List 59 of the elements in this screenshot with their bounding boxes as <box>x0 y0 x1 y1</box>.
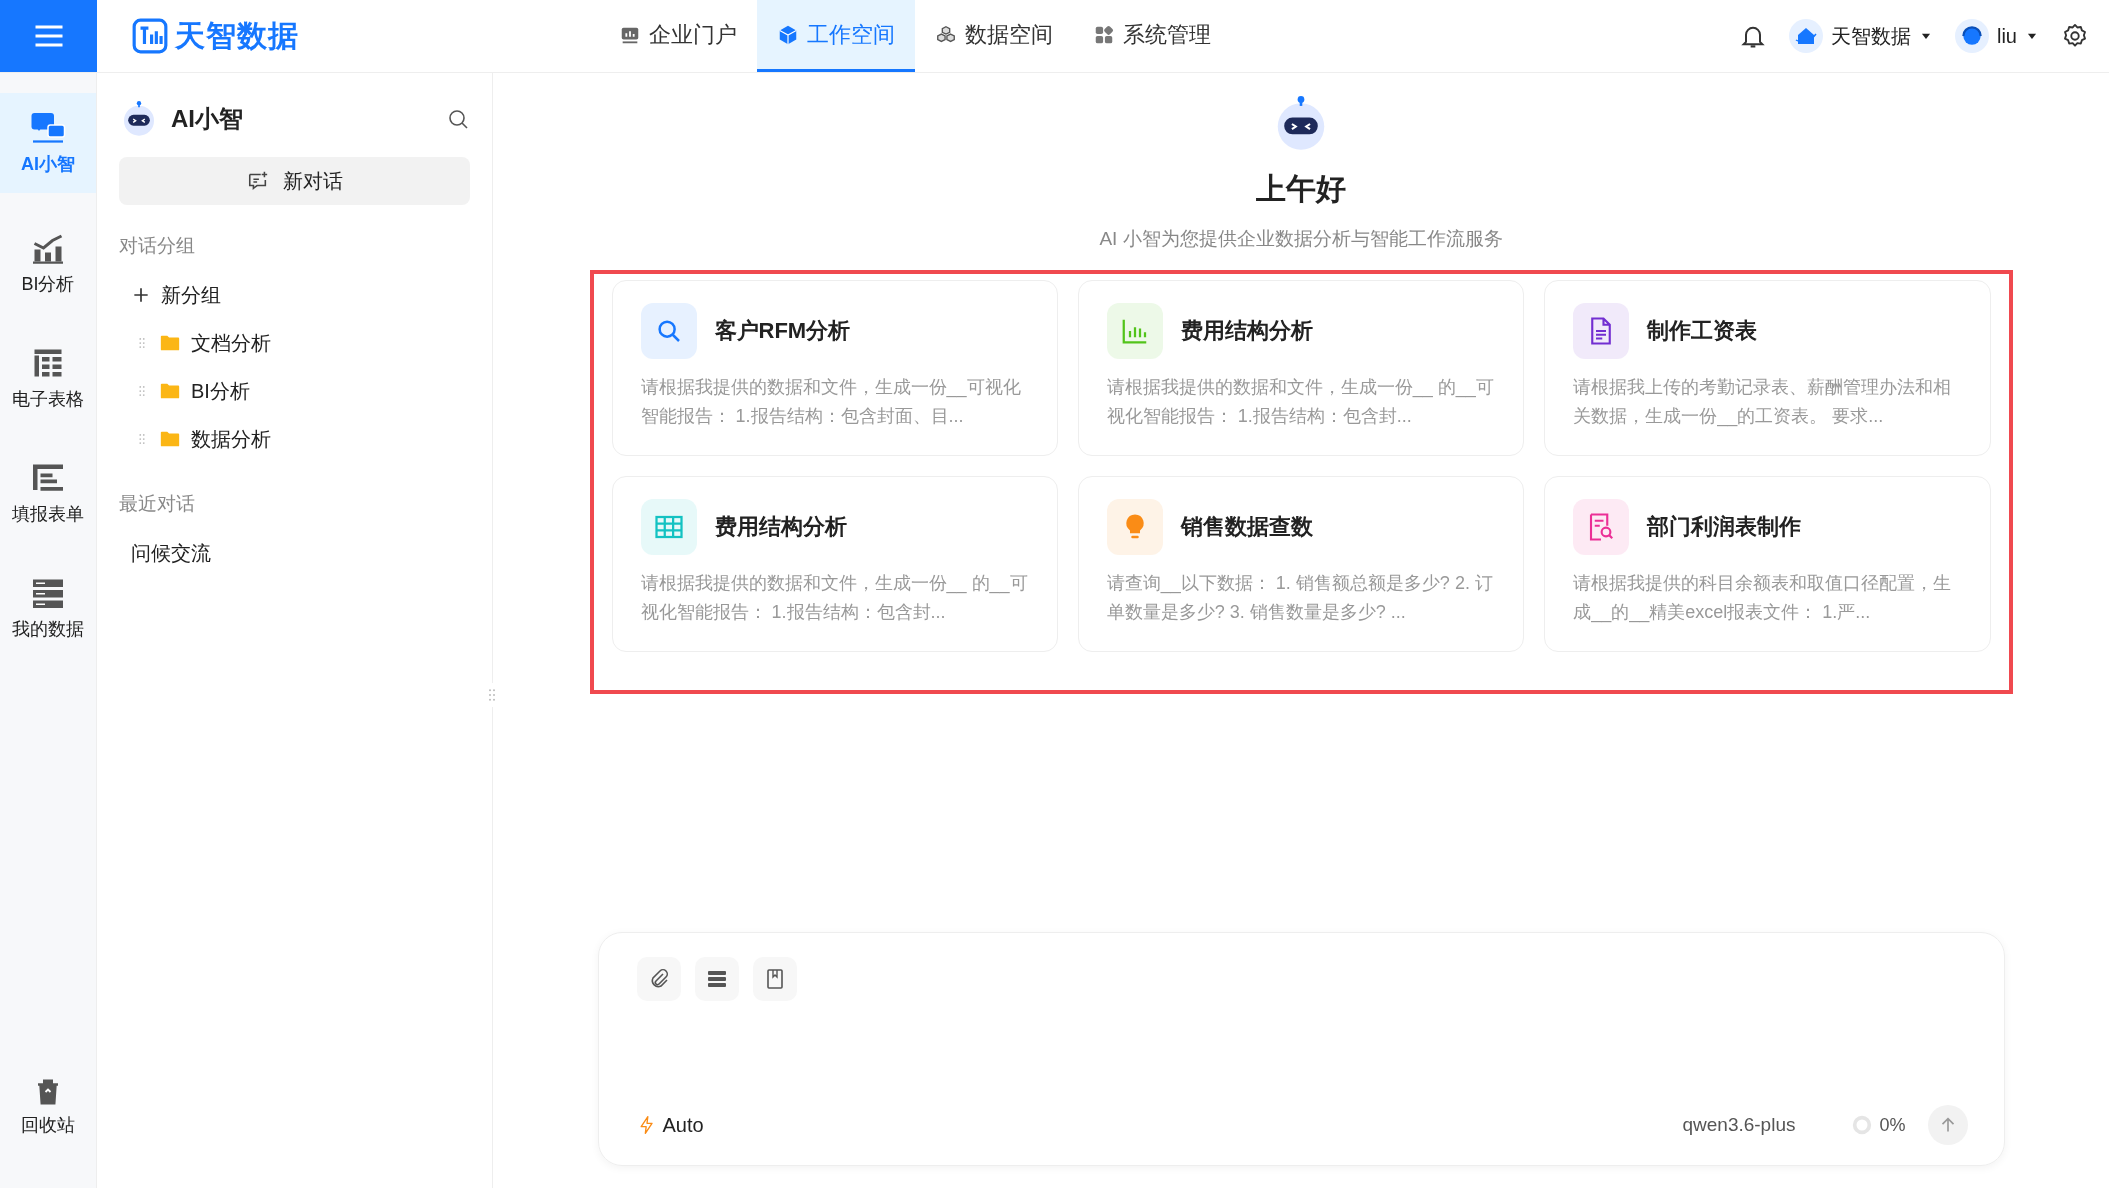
grid-icon <box>1093 23 1115 46</box>
prompt-card[interactable]: 部门利润表制作 请根据我提供的科目余额表和取值口径配置，生成__的__精美excel报表文件： 1.严... <box>1544 476 1991 652</box>
mode-selector[interactable]: Auto <box>636 1113 704 1137</box>
section-heading: 最近对话 <box>119 492 196 516</box>
new-chat-button[interactable]: 新对话 <box>119 157 470 205</box>
prompt-card[interactable]: 销售数据查数 请查询__以下数据： 1. 销售额总额是多少? 2. 订单数量是多少? 3. 销售数量是多少? ... <box>1077 476 1525 652</box>
card-title: 制作工资表 <box>1647 317 1758 345</box>
plus-icon <box>131 285 151 305</box>
card-description: 请根据我提供的数据和文件，生成一份__可视化智能报告： 1.报告结构：包含封面、目... <box>640 376 1022 428</box>
rail-item[interactable]: BI分析 <box>0 218 96 308</box>
usage-ring-icon <box>1851 1114 1874 1136</box>
user-dropdown[interactable]: liu <box>1955 19 2039 53</box>
data-source-button[interactable] <box>694 957 739 1001</box>
card-title: 费用结构分析 <box>714 513 847 541</box>
rail-item[interactable]: AI小智 <box>0 93 96 193</box>
prompt-card[interactable]: 费用结构分析 请根据我提供的数据和文件，生成一份__ 的__可视化智能报告： 1.报告结构：包含封... <box>1077 280 1525 456</box>
card-description: 请根据我提供的数据和文件，生成一份__ 的__可视化智能报告： 1.报告结构：包含封... <box>1106 376 1495 428</box>
logo-icon <box>131 17 169 55</box>
greeting-title: 上午好 <box>1256 171 1346 207</box>
nav-tab[interactable]: 系统管理 <box>1073 0 1231 72</box>
greeting-subtitle: AI 小智为您提供企业数据分析与智能工作流服务 <box>1099 227 1503 251</box>
group-item[interactable]: 数据分析 <box>119 415 470 463</box>
section-heading: 对话分组 <box>119 234 196 258</box>
knowledge-button[interactable] <box>752 957 797 1001</box>
organization-dropdown[interactable]: 天智数据 <box>1789 19 1933 53</box>
new-group-button[interactable]: 新分组 <box>119 271 470 319</box>
card-description: 请根据我上传的考勤记录表、薪酬管理办法和相关数据，生成一份__的工资表。 要求... <box>1573 376 1953 429</box>
chat-monitor-icon <box>30 110 66 146</box>
chat-plus-icon <box>246 170 269 192</box>
chat-item[interactable]: 问候交流 <box>119 529 470 577</box>
rail-item[interactable]: 填报表单 <box>0 448 96 538</box>
nav-tab[interactable]: 企业门户 <box>599 0 757 72</box>
card-description: 请根据我提供的科目余额表和取值口径配置，生成__的__精美excel报表文件： 1.严... <box>1573 572 1953 625</box>
nav-tab[interactable]: 数据空间 <box>915 0 1073 72</box>
card-title: 销售数据查数 <box>1180 513 1313 541</box>
prompt-card[interactable]: 制作工资表 请根据我上传的考勤记录表、薪酬管理办法和相关数据，生成一份__的工资表。 要求... <box>1544 280 1991 456</box>
assistant-title: AI小智 <box>171 104 244 134</box>
card-title: 费用结构分析 <box>1180 317 1313 345</box>
usage-percent: 0% <box>1879 1114 1906 1136</box>
attach-button[interactable] <box>636 957 681 1001</box>
message-composer[interactable]: Auto qwen3.6-plus 0% <box>597 932 2005 1166</box>
group-item[interactable]: 文档分析 <box>119 319 470 367</box>
prompt-card[interactable]: 客户RFM分析 请根据我提供的数据和文件，生成一份__可视化智能报告： 1.报告结构：包含封面、目... <box>611 280 1058 456</box>
rail-item[interactable]: 回收站 <box>0 1062 96 1152</box>
prompt-card[interactable]: 费用结构分析 请根据我提供的数据和文件，生成一份__ 的__可视化智能报告： 1.报告结构：包含封... <box>611 476 1058 652</box>
card-title: 客户RFM分析 <box>714 317 851 345</box>
brand-name: 天智数据 <box>175 17 299 54</box>
rail-item[interactable]: 电子表格 <box>0 333 96 423</box>
card-title: 部门利润表制作 <box>1647 513 1802 541</box>
rail-item[interactable]: 我的数据 <box>0 563 96 653</box>
group-item[interactable]: BI分析 <box>119 367 470 415</box>
nav-tab[interactable]: 工作空间 <box>757 0 915 72</box>
menu-button[interactable] <box>0 0 97 72</box>
search-icon <box>446 107 470 131</box>
cube-icon <box>777 23 799 46</box>
card-description: 请查询__以下数据： 1. 销售额总额是多少? 2. 订单数量是多少? 3. 销售数量是多少? ... <box>1106 572 1494 624</box>
search-button[interactable] <box>446 107 470 131</box>
model-selector[interactable]: qwen3.6-plus <box>1682 1114 1796 1136</box>
card-description: 请根据我提供的数据和文件，生成一份__ 的__可视化智能报告： 1.报告结构：包含封... <box>640 572 1029 624</box>
